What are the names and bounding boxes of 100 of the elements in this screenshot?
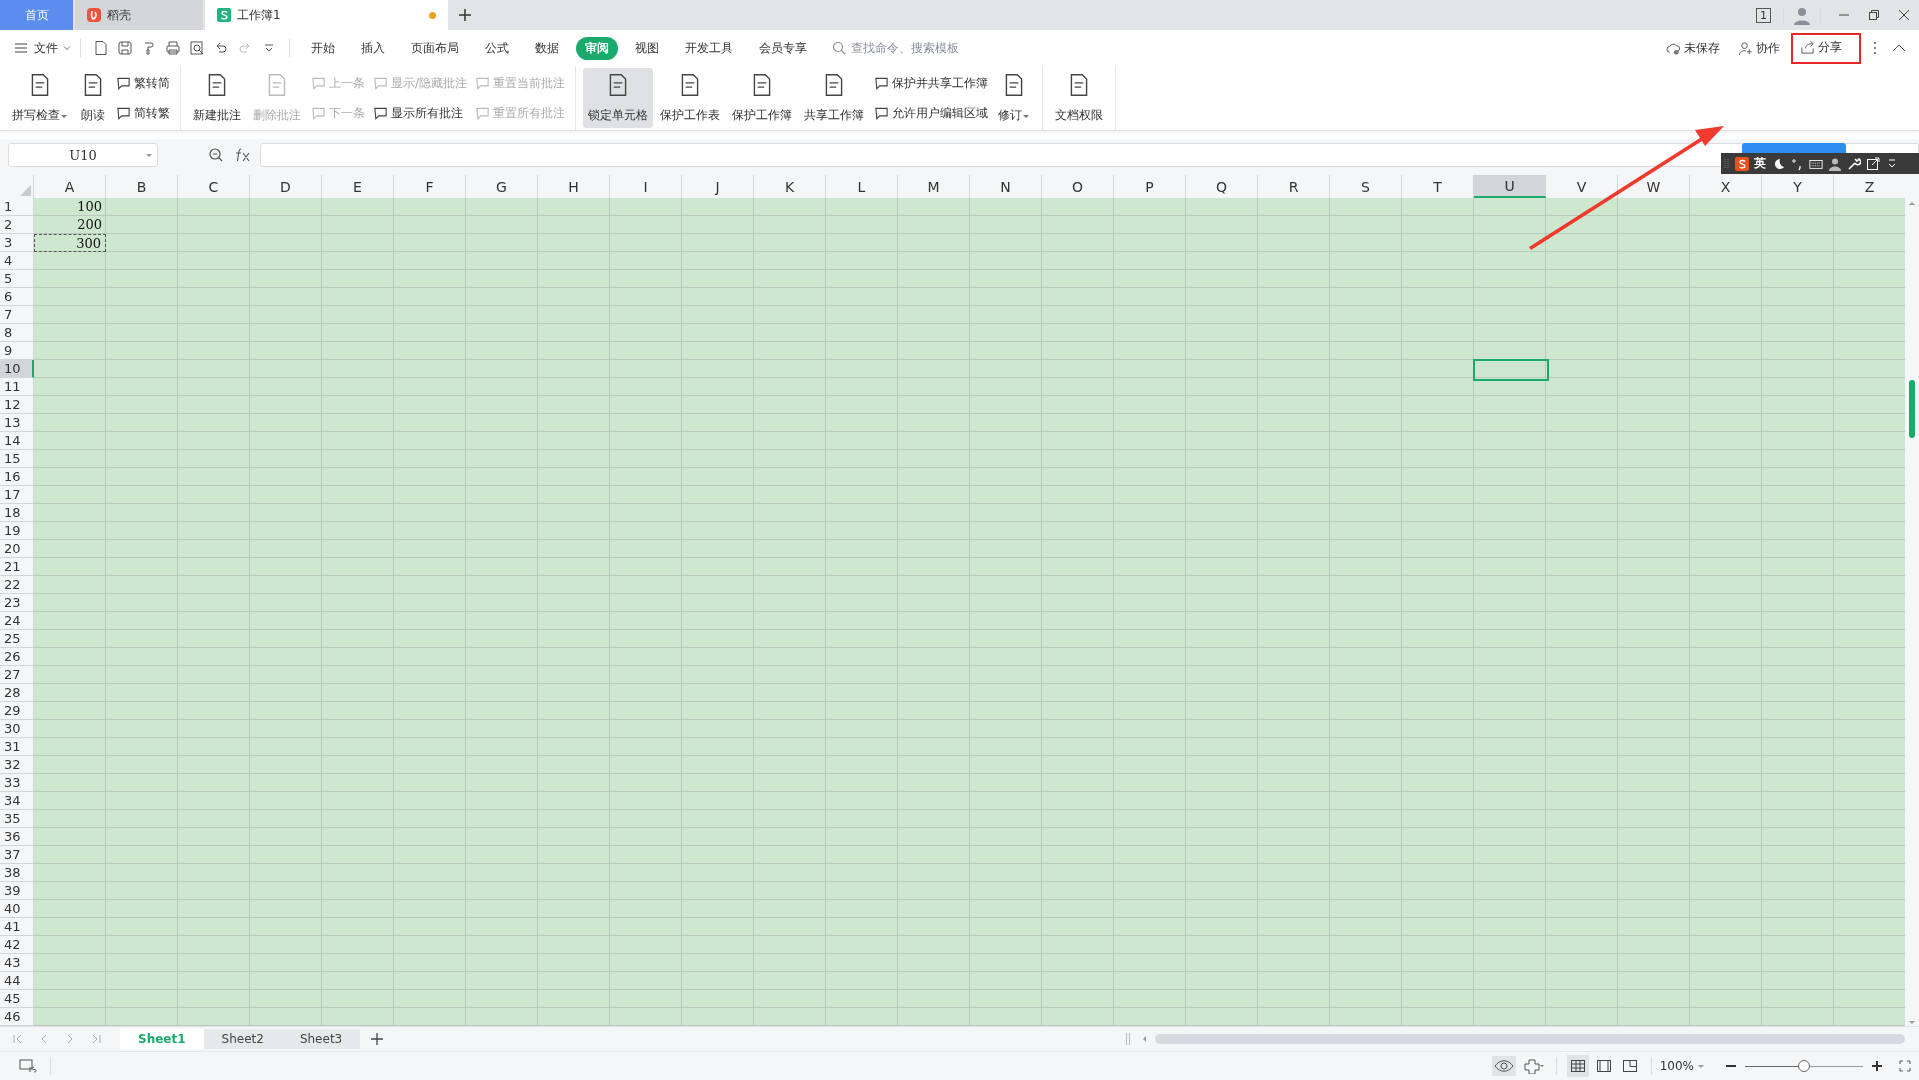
- row-header[interactable]: 29: [0, 702, 34, 720]
- row-header[interactable]: 15: [0, 450, 34, 468]
- print-icon[interactable]: [165, 40, 181, 56]
- row-header[interactable]: 31: [0, 738, 34, 756]
- cross-icon[interactable]: [1523, 1058, 1544, 1074]
- row-header[interactable]: 45: [0, 990, 34, 1008]
- row-header[interactable]: 18: [0, 504, 34, 522]
- command-search-field[interactable]: 查找命令、搜索模板: [832, 40, 1003, 56]
- ribbon-button[interactable]: 保护并共享工作簿: [870, 72, 993, 94]
- scrollbar-thumb[interactable]: [1909, 380, 1915, 438]
- toolbar-action[interactable]: 协作: [1735, 39, 1783, 57]
- row-header[interactable]: 28: [0, 684, 34, 702]
- row-header[interactable]: 2: [0, 216, 34, 234]
- ribbon-tab[interactable]: 页面布局: [402, 36, 468, 60]
- ribbon-tab[interactable]: 公式: [476, 36, 518, 60]
- row-header[interactable]: 23: [0, 594, 34, 612]
- file-menu[interactable]: 文件: [32, 37, 60, 59]
- row-header[interactable]: 7: [0, 306, 34, 324]
- row-header[interactable]: 24: [0, 612, 34, 630]
- ribbon-button[interactable]: 保护工作表: [655, 68, 726, 128]
- row-header[interactable]: 26: [0, 648, 34, 666]
- row-header[interactable]: 25: [0, 630, 34, 648]
- row-header[interactable]: 38: [0, 864, 34, 882]
- input-method-logo-icon[interactable]: [1735, 156, 1749, 171]
- scroll-left-icon[interactable]: [1141, 1035, 1149, 1043]
- name-box[interactable]: U10: [8, 143, 158, 167]
- column-header[interactable]: U: [1474, 175, 1546, 198]
- external-link-icon[interactable]: [1866, 156, 1880, 171]
- row-header[interactable]: 41: [0, 918, 34, 936]
- row-header[interactable]: 10: [0, 360, 34, 378]
- scroll-up-icon[interactable]: [1908, 200, 1916, 208]
- row-header[interactable]: 8: [0, 324, 34, 342]
- row-header[interactable]: 16: [0, 468, 34, 486]
- row-header[interactable]: 46: [0, 1008, 34, 1026]
- row-header[interactable]: 36: [0, 828, 34, 846]
- ribbon-button[interactable]: 锁定单元格: [583, 68, 654, 128]
- row-header[interactable]: 20: [0, 540, 34, 558]
- row-header[interactable]: 13: [0, 414, 34, 432]
- row-header[interactable]: 14: [0, 432, 34, 450]
- eye-icon[interactable]: [1491, 1056, 1516, 1076]
- menu-icon[interactable]: [14, 41, 28, 55]
- ribbon-tab[interactable]: 开发工具: [676, 36, 742, 60]
- new-document-icon[interactable]: [93, 40, 109, 56]
- slider-thumb[interactable]: [1798, 1060, 1810, 1072]
- ribbon-button[interactable]: 繁转简: [112, 72, 174, 94]
- row-header[interactable]: 17: [0, 486, 34, 504]
- input-mode-toggle[interactable]: 英: [1754, 155, 1766, 172]
- docer-tab[interactable]: 稻壳: [75, 0, 203, 30]
- row-header[interactable]: 34: [0, 792, 34, 810]
- row-header[interactable]: 11: [0, 378, 34, 396]
- row-header[interactable]: 27: [0, 666, 34, 684]
- macro-icon[interactable]: [18, 1058, 38, 1074]
- row-header[interactable]: 37: [0, 846, 34, 864]
- row-header[interactable]: 42: [0, 936, 34, 954]
- zoom-level[interactable]: 100%: [1659, 1059, 1705, 1073]
- add-tab-icon[interactable]: [458, 8, 472, 22]
- view-button[interactable]: [1566, 1055, 1589, 1077]
- avatar-icon[interactable]: [1792, 5, 1812, 25]
- document-tab[interactable]: 工作簿1: [205, 0, 448, 30]
- function-icon[interactable]: [234, 148, 252, 162]
- row-header[interactable]: 9: [0, 342, 34, 360]
- row-header[interactable]: 40: [0, 900, 34, 918]
- sheet-tab[interactable]: Sheet3: [281, 1029, 361, 1049]
- ribbon-tab[interactable]: 开始: [302, 36, 344, 60]
- row-header[interactable]: 6: [0, 288, 34, 306]
- user-icon[interactable]: [1828, 156, 1842, 171]
- ribbon-tab[interactable]: 插入: [352, 36, 394, 60]
- add-sheet-icon[interactable]: [370, 1032, 385, 1046]
- toolbar-action[interactable]: 分享: [1797, 38, 1845, 56]
- zoom-icon[interactable]: [208, 147, 224, 163]
- row-header[interactable]: 44: [0, 972, 34, 990]
- ribbon-button[interactable]: 新建批注: [188, 68, 246, 128]
- ribbon-button[interactable]: 允许用户编辑区域: [870, 102, 993, 124]
- row-header[interactable]: 21: [0, 558, 34, 576]
- ribbon-button[interactable]: 朗读: [75, 68, 111, 128]
- row-header[interactable]: 39: [0, 882, 34, 900]
- ribbon-button[interactable]: 拼写检查: [7, 68, 73, 128]
- active-cell[interactable]: [1473, 359, 1549, 381]
- wrench-icon[interactable]: [1847, 156, 1861, 171]
- row-header[interactable]: 5: [0, 270, 34, 288]
- row-header[interactable]: 32: [0, 756, 34, 774]
- row-header[interactable]: 43: [0, 954, 34, 972]
- row-header[interactable]: 35: [0, 810, 34, 828]
- scrollbar-thumb[interactable]: [1155, 1034, 1905, 1044]
- ribbon-tab[interactable]: 数据: [526, 36, 568, 60]
- row-header[interactable]: 19: [0, 522, 34, 540]
- grip-icon[interactable]: [1724, 157, 1730, 170]
- ribbon-button[interactable]: 简转繁: [112, 102, 174, 124]
- ribbon-button[interactable]: 文档权限: [1050, 68, 1109, 128]
- zoom-in-icon[interactable]: [1871, 1060, 1883, 1072]
- print-preview-icon[interactable]: [189, 40, 205, 56]
- close-icon[interactable]: [1898, 9, 1910, 21]
- window-count-button[interactable]: 1: [1756, 7, 1771, 23]
- ribbon-button[interactable]: 共享工作簿: [799, 68, 870, 128]
- row-header[interactable]: 3: [0, 234, 34, 252]
- row-header[interactable]: 30: [0, 720, 34, 738]
- row-header[interactable]: 12: [0, 396, 34, 414]
- sheet-tab[interactable]: Sheet2: [203, 1029, 282, 1049]
- ribbon-tab[interactable]: 会员专享: [750, 36, 816, 60]
- ribbon-button[interactable]: 保护工作簿: [727, 68, 798, 128]
